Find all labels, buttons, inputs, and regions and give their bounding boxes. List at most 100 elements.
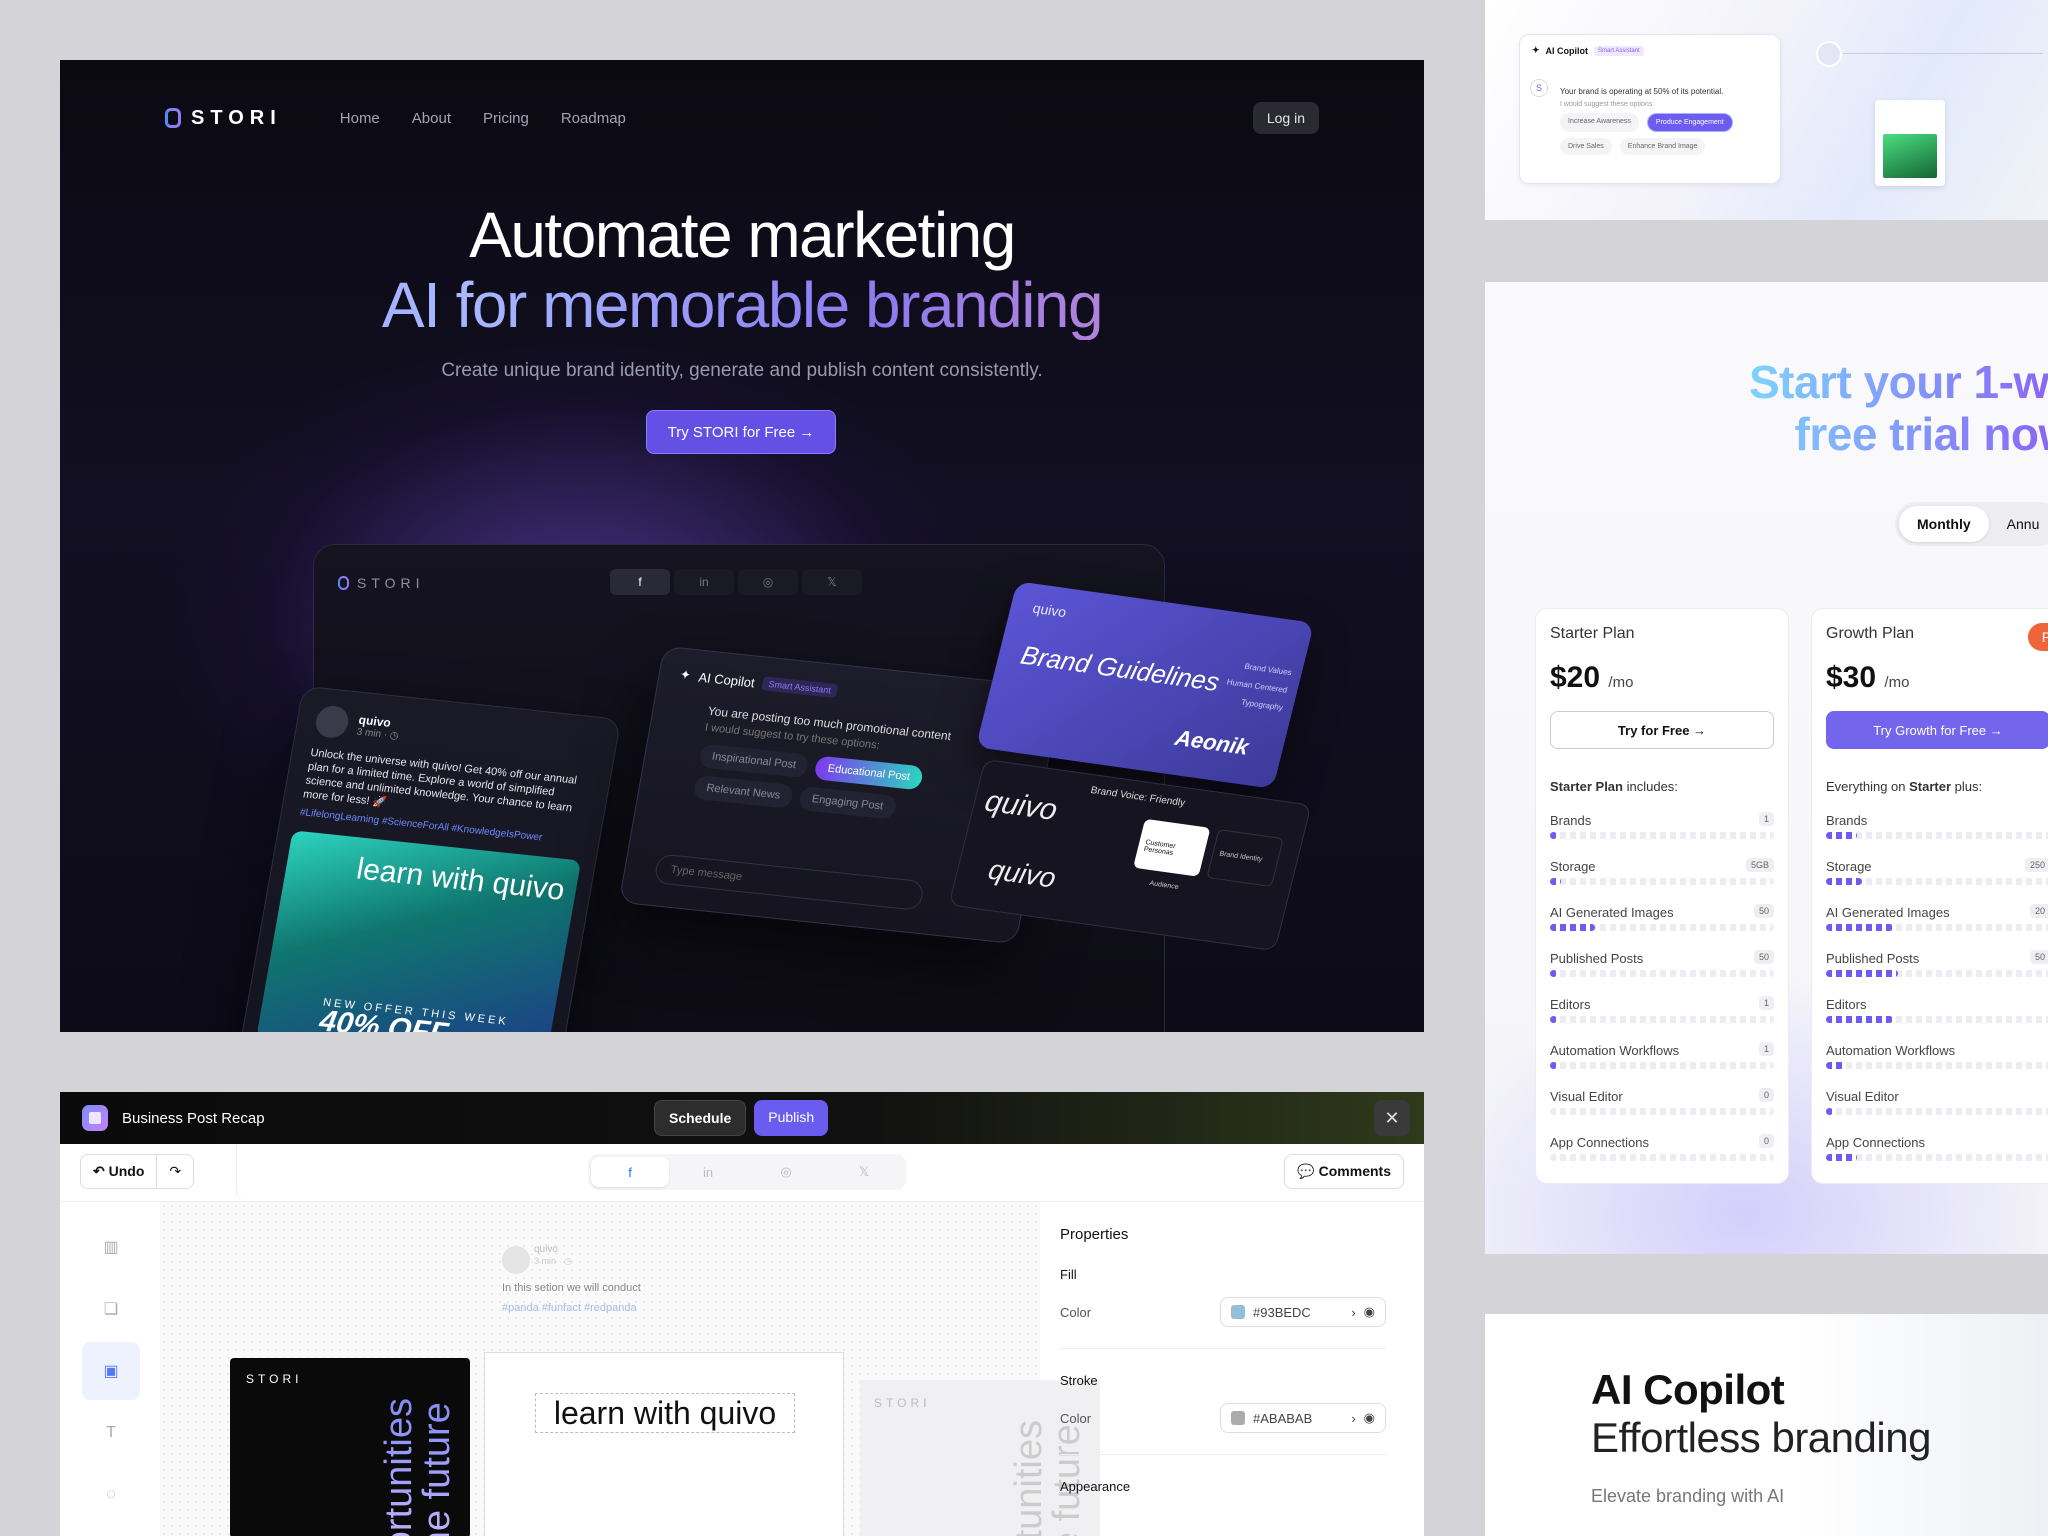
promo-title: AI Copilot Effortless branding — [1591, 1366, 1931, 1462]
nav-pricing[interactable]: Pricing — [483, 110, 529, 127]
schedule-button[interactable]: Schedule — [654, 1100, 747, 1136]
chip-sales[interactable]: Drive Sales — [1560, 138, 1612, 155]
mock-logo-icon — [338, 576, 349, 590]
copilot-mini-card: ✦ AI Copilot Smart Assistant S Your bran… — [1519, 34, 1781, 184]
feature-meter-fill — [1550, 832, 1557, 839]
feature-name: Automation Workflows — [1826, 1043, 1956, 1058]
facebook-tab-icon[interactable]: f — [591, 1157, 669, 1187]
feature-meter-fill — [1826, 832, 1858, 839]
hero-title-line1: Automate marketing — [469, 199, 1016, 271]
annual-toggle[interactable]: Annu — [1989, 506, 2048, 542]
tile-logo: STORI — [874, 1396, 931, 1410]
shape-tool-icon[interactable]: ◌ — [82, 1466, 140, 1524]
plan-name: Growth Plan — [1826, 625, 1915, 642]
price-period: /mo — [1884, 674, 1910, 691]
eye-icon[interactable]: ◉ — [1364, 1410, 1375, 1426]
try-growth-button[interactable]: Try Growth for Free → — [1826, 711, 2048, 749]
chip-engaging[interactable]: Engaging Post — [797, 785, 898, 820]
stroke-color-value: #ABABAB — [1253, 1410, 1313, 1426]
ai-copilot-promo: AI Copilot Effortless branding Elevate b… — [1485, 1314, 2048, 1536]
customer-personas: Customer Personas — [1133, 818, 1211, 877]
stori-logo[interactable]: STORI — [165, 107, 282, 130]
calendar-icon — [82, 1105, 108, 1131]
feature-list: Brands Storage 250 AI Generated Images 20 Pub… — [1826, 812, 2048, 1162]
copilot-mini-title: AI Copilot — [1545, 45, 1589, 56]
feature-row: Editors 1 — [1550, 996, 1774, 1024]
nav-home[interactable]: Home — [340, 110, 380, 127]
nav-roadmap[interactable]: Roadmap — [561, 110, 626, 127]
feature-meter — [1826, 1016, 2048, 1023]
feature-meter — [1826, 878, 2048, 885]
redo-button[interactable]: ↷ — [156, 1155, 193, 1188]
includes-rest: includes: — [1622, 779, 1678, 794]
chip-brand-image[interactable]: Enhance Brand Image — [1619, 138, 1706, 155]
feature-value: 50 — [1753, 950, 1774, 964]
flow-connector — [1843, 53, 2043, 54]
feature-name: Storage — [1826, 859, 1872, 874]
plan-includes: Everything on Starter plus: — [1826, 779, 2048, 794]
stroke-color-field[interactable]: #ABABAB › ◉ — [1220, 1403, 1386, 1433]
monthly-toggle[interactable]: Monthly — [1899, 506, 1989, 542]
feature-meter-fill — [1550, 1016, 1557, 1023]
chip-educational[interactable]: Educational Post — [813, 755, 924, 791]
feature-name: Visual Editor — [1550, 1089, 1623, 1104]
copilot-message-input[interactable]: Type message — [653, 853, 926, 911]
price-value: $30 — [1826, 661, 1877, 694]
brand-voice-title: Brand Voice: Friendly — [1089, 785, 1187, 810]
facebook-icon: f — [610, 569, 670, 595]
close-button[interactable]: ✕ — [1374, 1100, 1410, 1136]
editor-social-tabs: f in ◎ 𝕏 — [588, 1154, 906, 1190]
feature-meter — [1826, 1154, 2048, 1161]
design-tile-selected[interactable]: learn with quivo — [484, 1352, 844, 1536]
feature-value: 1 — [1758, 812, 1774, 826]
eye-icon[interactable]: ◉ — [1364, 1304, 1375, 1320]
feature-meter — [1550, 1108, 1774, 1115]
mock-social-post: quivo 3 min · ◷ Unlock the universe with… — [238, 685, 622, 1032]
feature-row: AI Generated Images 20 — [1826, 904, 2048, 932]
try-free-button[interactable]: Try for Free → — [1550, 711, 1774, 749]
design-tile-dark[interactable]: STORI ortunities ne future — [230, 1358, 470, 1536]
audience: Audience — [1148, 880, 1180, 891]
comments-label: Comments — [1318, 1163, 1391, 1179]
copilot-mini-message: Your brand is operating at 50% of its po… — [1560, 87, 1724, 96]
includes-bold: Starter Plan — [1550, 779, 1623, 794]
fill-color-field[interactable]: #93BEDC › ◉ — [1220, 1297, 1386, 1327]
undo-button[interactable]: ↶ Undo — [81, 1155, 156, 1188]
feature-name: AI Generated Images — [1826, 905, 1950, 920]
text-tool-icon[interactable]: T — [82, 1404, 140, 1462]
publish-button[interactable]: Publish — [754, 1100, 829, 1136]
image-tool-icon[interactable]: ▣ — [82, 1342, 140, 1400]
tile-logo: STORI — [246, 1372, 303, 1386]
pricing-section: Start your 1-we free trial now Monthly A… — [1485, 282, 2048, 1254]
copilot-title: AI Copilot — [697, 669, 757, 690]
feature-meter — [1826, 1062, 2048, 1069]
fill-color-row: Color #93BEDC › ◉ — [1060, 1296, 1404, 1328]
login-button[interactable]: Log in — [1252, 102, 1319, 134]
x-tab-icon[interactable]: 𝕏 — [825, 1157, 903, 1187]
includes-rest: plus: — [1951, 779, 1983, 794]
chip-inspirational[interactable]: Inspirational Post — [698, 743, 811, 779]
feature-value: 20 — [2029, 904, 2048, 918]
layout-tool-icon[interactable]: ▥ — [82, 1218, 140, 1276]
try-stori-button[interactable]: Try STORI for Free → — [646, 410, 836, 454]
nav-about[interactable]: About — [412, 110, 451, 127]
chip-news[interactable]: Relevant News — [692, 774, 795, 809]
feature-meter-fill — [1826, 1016, 1894, 1023]
includes-bold: Starter — [1909, 779, 1952, 794]
feature-meter-fill — [1550, 924, 1595, 931]
feature-meter — [1550, 1016, 1774, 1023]
chip-awareness[interactable]: Increase Awareness — [1560, 113, 1639, 132]
layers-tool-icon[interactable]: ❏ — [82, 1280, 140, 1338]
instagram-tab-icon[interactable]: ◎ — [747, 1157, 825, 1187]
feature-name: Brands — [1550, 813, 1592, 828]
comments-button[interactable]: 💬 Comments — [1284, 1154, 1404, 1189]
editor-toolbar: ↶ Undo ↷ f in ◎ 𝕏 💬 Comments — [60, 1144, 1424, 1202]
chip-engagement[interactable]: Produce Engagement — [1646, 113, 1733, 132]
canvas-post-preview: quivo 3 min · ◷ In this setion we will c… — [490, 1232, 840, 1332]
mock-social-tabs: f in ◎ 𝕏 — [610, 569, 862, 595]
linkedin-tab-icon[interactable]: in — [669, 1157, 747, 1187]
properties-title: Properties — [1060, 1226, 1129, 1243]
undo-redo-group: ↶ Undo ↷ — [80, 1154, 195, 1189]
editor-titlebar: Business Post Recap Schedule Publish ✕ — [60, 1092, 1424, 1144]
tile-learn-text[interactable]: learn with quivo — [535, 1393, 795, 1433]
